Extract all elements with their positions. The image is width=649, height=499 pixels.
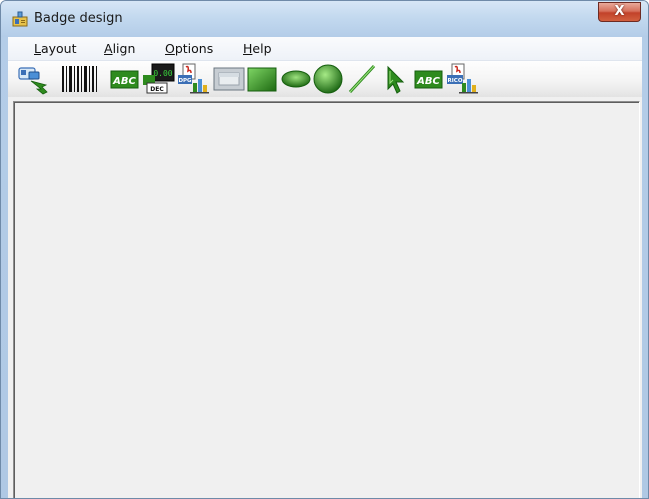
badge-app-icon	[12, 11, 28, 27]
counter-dec-label: DEC	[150, 86, 164, 93]
pointer-tool-button[interactable]	[382, 63, 410, 95]
frame-tool-button[interactable]	[212, 63, 246, 95]
title-bar[interactable]: Badge design X	[1, 1, 648, 37]
line-icon	[346, 63, 378, 95]
frame-icon	[212, 63, 246, 95]
image-rico-label: RICO	[448, 78, 463, 84]
menu-help[interactable]: Help	[241, 40, 274, 57]
line-tool-button[interactable]	[346, 63, 378, 95]
menu-align-accel: A	[104, 41, 113, 56]
counter-dec-icon: 0.00 DEC	[142, 63, 176, 95]
abc-text-label-2: ABC	[416, 76, 440, 87]
menu-layout-accel: L	[34, 41, 41, 56]
menu-options-label: ptions	[174, 41, 214, 56]
close-icon: X	[614, 4, 625, 19]
image-dpg-icon: DPG	[176, 63, 210, 95]
circle-tool-button[interactable]	[312, 63, 344, 95]
client-area: Layout Align Options Help ABC 0.00 DEC D…	[8, 37, 642, 498]
counter-tool-button[interactable]: 0.00 DEC	[142, 63, 176, 95]
menu-bar: Layout Align Options Help	[8, 37, 642, 61]
image-rico-icon: RICO	[445, 63, 479, 95]
image-tool-button-2[interactable]: RICO	[445, 63, 479, 95]
design-canvas[interactable]	[13, 101, 640, 498]
rectangle-tool-button[interactable]	[246, 63, 278, 95]
image-tool-button[interactable]: DPG	[176, 63, 210, 95]
window-title: Badge design	[34, 11, 123, 26]
abc-text-label: ABC	[112, 76, 136, 87]
menu-layout-label: ayout	[40, 41, 77, 56]
export-arrow-button[interactable]	[17, 63, 51, 95]
design-canvas-surface	[14, 102, 639, 498]
menu-help-label: elp	[252, 41, 272, 56]
menu-options[interactable]: Options	[163, 40, 215, 57]
app-window: Badge design X Layout Align Options Help	[0, 0, 649, 499]
abc-text-icon: ABC	[110, 63, 140, 95]
abc-text-icon-2: ABC	[414, 63, 444, 95]
ellipse-tool-button[interactable]	[280, 63, 312, 95]
text-tool-button[interactable]: ABC	[110, 63, 140, 95]
image-dpg-label: DPG	[178, 78, 192, 84]
ellipse-icon	[280, 63, 312, 95]
counter-digits: 0.00	[153, 69, 172, 78]
export-arrow-icon	[17, 63, 51, 95]
menu-layout[interactable]: Layout	[32, 40, 79, 57]
pointer-icon	[382, 63, 410, 95]
barcode-icon	[58, 63, 104, 95]
menu-align[interactable]: Align	[102, 40, 137, 57]
barcode-button[interactable]	[58, 63, 104, 95]
circle-icon	[312, 63, 344, 95]
text-tool-button-2[interactable]: ABC	[414, 63, 444, 95]
menu-align-label: lign	[112, 41, 136, 56]
menu-options-accel: O	[165, 41, 175, 56]
tool-bar: ABC 0.00 DEC DPG ABC RICO	[8, 61, 642, 97]
close-button[interactable]: X	[598, 2, 641, 22]
menu-help-accel: H	[243, 41, 253, 56]
rectangle-icon	[246, 63, 278, 95]
